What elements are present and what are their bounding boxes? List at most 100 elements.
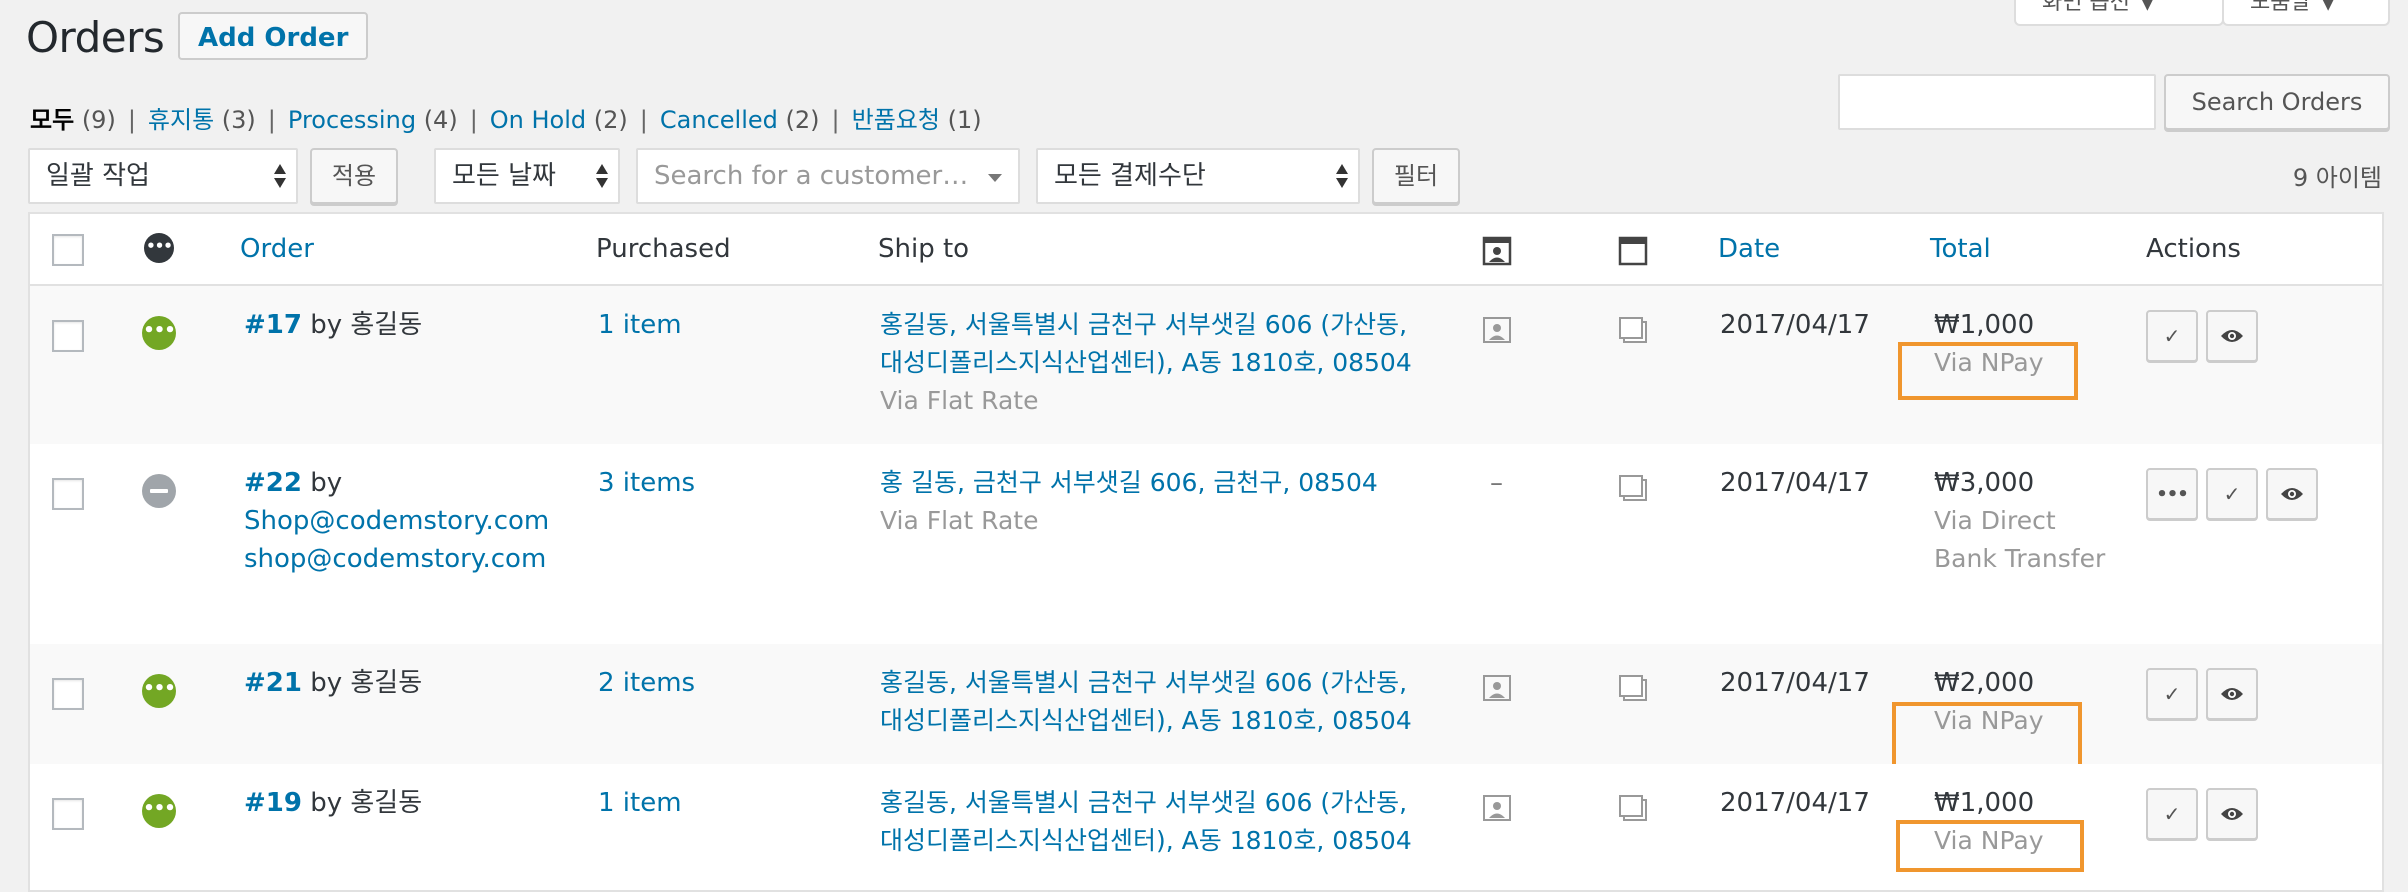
column-purchased: Purchased bbox=[596, 234, 731, 264]
order-link[interactable]: #22 bbox=[244, 468, 302, 498]
customer-search-select[interactable]: Search for a customer… bbox=[636, 148, 1020, 204]
order-by: by 홍길동 bbox=[310, 788, 423, 818]
payment-method: Via Direct bbox=[1934, 506, 2056, 535]
purchased-items-link[interactable]: 2 items bbox=[598, 664, 695, 702]
eye-icon bbox=[2281, 488, 2303, 500]
search-orders-input[interactable] bbox=[1838, 74, 2156, 130]
order-notes-icon bbox=[1619, 317, 1647, 343]
purchased-items-link[interactable]: 3 items bbox=[598, 464, 695, 502]
ship-address-link[interactable]: 홍길동, 서울특별시 금천구 서부샛길 606 (가산동, bbox=[880, 784, 1412, 822]
ship-address-link[interactable]: 대성디폴리스지식산업센터), A동 1810호, 08504 bbox=[880, 344, 1412, 382]
ship-address-link[interactable]: 홍 길동, 금천구 서부샛길 606, 금천구, 08504 bbox=[880, 464, 1378, 502]
view-processing[interactable]: Processing (4) bbox=[288, 106, 458, 134]
table-row: #22 by Shop@codemstory.com shop@codemsto… bbox=[30, 444, 2382, 644]
view-button[interactable] bbox=[2206, 310, 2258, 362]
status-cancelled-icon bbox=[142, 474, 176, 508]
checkmark-icon: ✓ bbox=[2163, 324, 2181, 348]
apply-button[interactable]: 적용 bbox=[310, 148, 398, 204]
customer-note-empty: – bbox=[1490, 468, 1503, 498]
purchased-items-link[interactable]: 1 item bbox=[598, 306, 682, 344]
caret-down-icon bbox=[988, 174, 1002, 182]
order-notes-icon bbox=[1619, 475, 1647, 501]
order-total: ₩2,000 bbox=[1934, 668, 2035, 698]
page-title: Orders bbox=[26, 13, 165, 62]
order-link[interactable]: #19 bbox=[244, 788, 302, 818]
customer-email-link[interactable]: Shop@codemstory.com bbox=[244, 502, 549, 540]
customer-message-column-icon bbox=[1482, 236, 1512, 266]
row-checkbox[interactable] bbox=[52, 320, 84, 352]
filter-button[interactable]: 필터 bbox=[1372, 148, 1460, 204]
payment-method: Bank Transfer bbox=[1934, 544, 2106, 573]
highlight-box bbox=[1898, 342, 2078, 400]
orders-table: ••• Order Purchased Ship to Date Total A… bbox=[28, 212, 2384, 892]
view-trash[interactable]: 휴지통 (3) bbox=[148, 106, 256, 134]
ellipsis-icon: ••• bbox=[2156, 483, 2189, 505]
customer-message-icon bbox=[1483, 317, 1511, 343]
purchased-items-link[interactable]: 1 item bbox=[598, 784, 682, 822]
view-button[interactable] bbox=[2206, 788, 2258, 840]
payment-method-select[interactable]: 모든 결제수단 bbox=[1036, 148, 1360, 204]
view-button[interactable] bbox=[2266, 468, 2318, 520]
highlight-box bbox=[1896, 820, 2084, 872]
select-arrows-icon bbox=[1336, 160, 1348, 192]
table-header: ••• Order Purchased Ship to Date Total A… bbox=[30, 214, 2382, 286]
order-notes-icon bbox=[1619, 675, 1647, 701]
column-order[interactable]: Order bbox=[240, 234, 314, 264]
view-on-hold[interactable]: On Hold (2) bbox=[490, 106, 628, 134]
select-all-checkbox[interactable] bbox=[52, 234, 84, 266]
table-row: ••• #21 by 홍길동 2 items 홍길동, 서울특별시 금천구 서부… bbox=[30, 644, 2382, 768]
shipping-method: Via Flat Rate bbox=[880, 506, 1039, 535]
view-cancelled[interactable]: Cancelled (2) bbox=[660, 106, 820, 134]
search-orders-button[interactable]: Search Orders bbox=[2164, 74, 2390, 130]
checkmark-icon: ✓ bbox=[2223, 482, 2241, 506]
checkmark-icon: ✓ bbox=[2163, 682, 2181, 706]
customer-message-icon bbox=[1483, 795, 1511, 821]
order-notes-icon bbox=[1619, 795, 1647, 821]
complete-button[interactable]: ✓ bbox=[2206, 468, 2258, 520]
order-date: 2017/04/17 bbox=[1720, 788, 1870, 818]
checkmark-icon: ✓ bbox=[2163, 802, 2181, 826]
row-checkbox[interactable] bbox=[52, 678, 84, 710]
view-refund-request[interactable]: 반품요청 (1) bbox=[852, 106, 982, 134]
column-date[interactable]: Date bbox=[1718, 234, 1780, 264]
order-link[interactable]: #21 bbox=[244, 668, 302, 698]
order-total: ₩1,000 bbox=[1934, 788, 2035, 818]
complete-button[interactable]: ✓ bbox=[2146, 788, 2198, 840]
help-tab[interactable]: 도움말 ▼ bbox=[2222, 0, 2390, 26]
help-label: 도움말 bbox=[2250, 0, 2311, 15]
column-total[interactable]: Total bbox=[1930, 234, 1991, 264]
customer-email-link[interactable]: shop@codemstory.com bbox=[244, 540, 549, 578]
view-all[interactable]: 모두 (9) bbox=[30, 106, 116, 134]
screen-options-tab[interactable]: 화면 옵션 ▼ bbox=[2014, 0, 2224, 26]
item-count: 9 아이템 bbox=[2292, 164, 2382, 192]
add-order-button[interactable]: Add Order bbox=[178, 12, 369, 60]
ship-address-link[interactable]: 대성디폴리스지식산업센터), A동 1810호, 08504 bbox=[880, 702, 1412, 740]
order-by: by bbox=[310, 468, 343, 498]
order-date: 2017/04/17 bbox=[1720, 468, 1870, 498]
table-row: ••• #17 by 홍길동 1 item 홍길동, 서울특별시 금천구 서부샛… bbox=[30, 286, 2382, 444]
status-processing-icon: ••• bbox=[142, 794, 176, 828]
ship-address-link[interactable]: 홍길동, 서울특별시 금천구 서부샛길 606 (가산동, bbox=[880, 306, 1412, 344]
order-link[interactable]: #17 bbox=[244, 310, 302, 340]
row-checkbox[interactable] bbox=[52, 798, 84, 830]
view-button[interactable] bbox=[2206, 668, 2258, 720]
column-actions: Actions bbox=[2146, 234, 2241, 264]
order-total: ₩3,000 bbox=[1934, 468, 2035, 498]
highlight-box bbox=[1892, 702, 2082, 768]
status-column-icon[interactable]: ••• bbox=[144, 233, 174, 263]
order-date: 2017/04/17 bbox=[1720, 668, 1870, 698]
ship-address-link[interactable]: 홍길동, 서울특별시 금천구 서부샛길 606 (가산동, bbox=[880, 664, 1412, 702]
order-by: by 홍길동 bbox=[310, 310, 423, 340]
bulk-action-select[interactable]: 일괄 작업 bbox=[28, 148, 298, 204]
ship-address-link[interactable]: 대성디폴리스지식산업센터), A동 1810호, 08504 bbox=[880, 822, 1412, 860]
processing-button[interactable]: ••• bbox=[2146, 468, 2198, 520]
complete-button[interactable]: ✓ bbox=[2146, 310, 2198, 362]
eye-icon bbox=[2221, 688, 2243, 700]
status-processing-icon: ••• bbox=[142, 316, 176, 350]
chevron-down-icon: ▼ bbox=[2141, 0, 2153, 13]
row-checkbox[interactable] bbox=[52, 478, 84, 510]
screen-options-label: 화면 옵션 bbox=[2042, 0, 2130, 15]
eye-icon bbox=[2221, 330, 2243, 342]
date-filter-select[interactable]: 모든 날짜 bbox=[434, 148, 620, 204]
complete-button[interactable]: ✓ bbox=[2146, 668, 2198, 720]
